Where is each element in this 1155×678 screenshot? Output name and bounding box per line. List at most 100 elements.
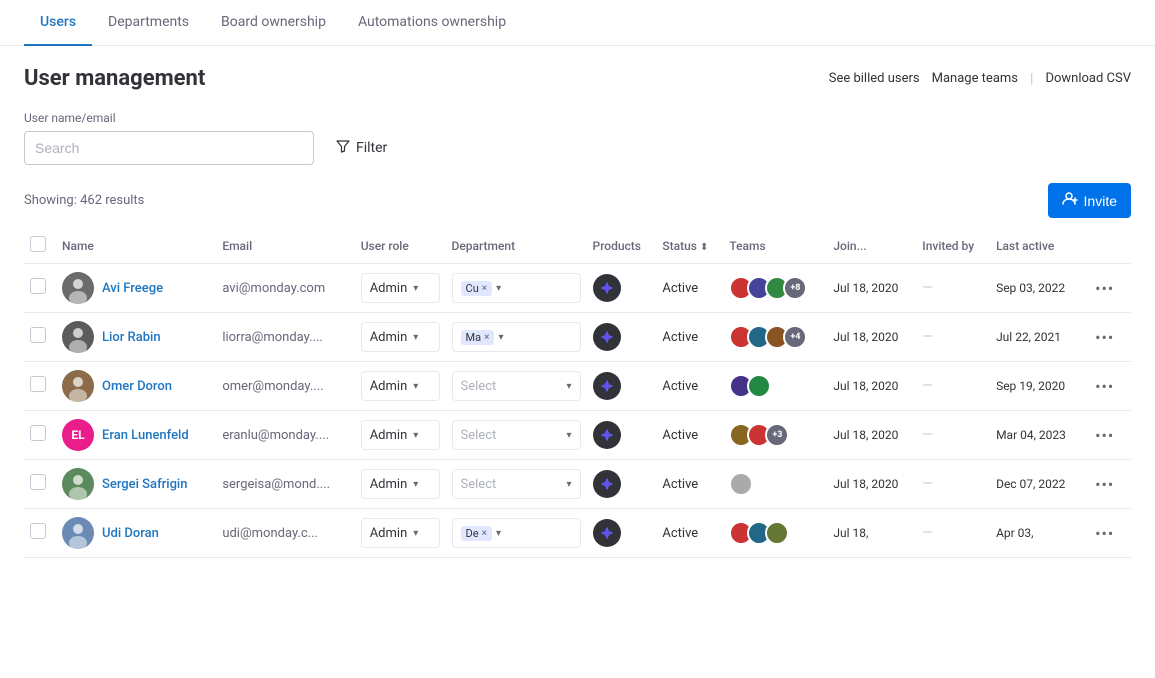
dept-tag-remove[interactable]: × (482, 283, 487, 294)
user-name[interactable]: Omer Doron (102, 379, 172, 394)
dept-select[interactable]: De × ▾ (452, 518, 581, 548)
product-icons (593, 421, 651, 449)
join-date: Jul 18, 2020 (833, 281, 898, 295)
user-name[interactable]: Avi Freege (102, 281, 163, 296)
dept-select[interactable]: Cu × ▾ (452, 273, 581, 303)
results-row: Showing: 462 results Invite (0, 177, 1155, 228)
join-date-cell: Jul 18, 2020 (827, 411, 916, 460)
name-cell: Lior Rabin (56, 313, 216, 362)
team-more-count: +3 (765, 423, 789, 447)
product-icon (593, 274, 621, 302)
join-date-cell: Jul 18, 2020 (827, 460, 916, 509)
role-value: Admin (370, 477, 408, 492)
email-text: omer@monday.... (222, 379, 323, 394)
chevron-icon: ▾ (413, 479, 418, 490)
chevron-icon: ▾ (413, 332, 418, 343)
invited-by-cell: — (916, 509, 990, 558)
row-checkbox[interactable] (30, 278, 46, 294)
avatar (62, 468, 94, 500)
role-select[interactable]: Admin ▾ (361, 518, 440, 548)
dept-select[interactable]: Select ▾ (452, 420, 581, 450)
name-cell: Udi Doran (56, 509, 216, 558)
teams-cell (723, 509, 827, 558)
tab-board-ownership[interactable]: Board ownership (205, 0, 342, 46)
filters-section: User name/email Filter (0, 103, 1155, 177)
row-checkbox[interactable] (30, 425, 46, 441)
avatar (62, 272, 94, 304)
join-date: Jul 18, 2020 (833, 330, 898, 344)
dept-tag-remove[interactable]: × (484, 332, 489, 343)
more-button[interactable]: ••• (1091, 470, 1119, 498)
avatar (62, 321, 94, 353)
row-checkbox[interactable] (30, 327, 46, 343)
user-name[interactable]: Lior Rabin (102, 330, 161, 345)
product-icon (593, 519, 621, 547)
more-button[interactable]: ••• (1091, 519, 1119, 547)
select-all-checkbox[interactable] (30, 236, 46, 252)
role-select[interactable]: Admin ▾ (361, 469, 440, 499)
role-select[interactable]: Admin ▾ (361, 273, 440, 303)
dept-select[interactable]: Select ▾ (452, 469, 581, 499)
users-table-wrap: Name Email User role Department Products… (0, 228, 1155, 558)
row-checkbox[interactable] (30, 474, 46, 490)
role-select[interactable]: Admin ▾ (361, 322, 440, 352)
search-input[interactable] (24, 131, 314, 165)
status-text: Active (662, 428, 698, 443)
last-active-date: Sep 03, 2022 (996, 281, 1065, 295)
tab-users[interactable]: Users (24, 0, 92, 46)
team-avatar (747, 374, 771, 398)
invite-button[interactable]: Invite (1048, 183, 1131, 218)
invited-by-text: — (922, 280, 933, 296)
dept-chevron-icon: ▾ (496, 528, 501, 539)
status-cell: Active (656, 264, 723, 313)
user-name[interactable]: Udi Doran (102, 526, 159, 541)
join-date-cell: Jul 18, 2020 (827, 264, 916, 313)
name-cell: EL Eran Lunenfeld (56, 411, 216, 460)
last-active-cell: Dec 07, 2022 (990, 460, 1085, 509)
tab-departments[interactable]: Departments (92, 0, 205, 46)
avatar: EL (62, 419, 94, 451)
role-select[interactable]: Admin ▾ (361, 420, 440, 450)
see-billed-users-link[interactable]: See billed users (829, 71, 920, 86)
teams-cell: +8 (723, 264, 827, 313)
name-cell: Avi Freege (56, 264, 216, 313)
manage-teams-link[interactable]: Manage teams (932, 71, 1018, 86)
tab-automations-ownership[interactable]: Automations ownership (342, 0, 522, 46)
email-cell: udi@monday.c... (216, 509, 354, 558)
dept-select[interactable]: Ma × ▾ (452, 322, 581, 352)
results-count: Showing: 462 results (24, 193, 144, 208)
invited-by-cell: — (916, 362, 990, 411)
role-select[interactable]: Admin ▾ (361, 371, 440, 401)
user-name[interactable]: Eran Lunenfeld (102, 428, 189, 443)
more-button[interactable]: ••• (1091, 274, 1119, 302)
more-button[interactable]: ••• (1091, 323, 1119, 351)
dept-cell: De × ▾ (446, 509, 587, 558)
row-checkbox[interactable] (30, 376, 46, 392)
row-checkbox-cell (24, 460, 56, 509)
more-button[interactable]: ••• (1091, 372, 1119, 400)
status-cell: Active (656, 460, 723, 509)
dept-placeholder: Select (461, 428, 497, 443)
invited-by-text: — (922, 329, 933, 345)
dept-tag: Cu × (461, 281, 493, 296)
chevron-icon: ▾ (413, 528, 418, 539)
join-date: Jul 18, 2020 (833, 428, 898, 442)
dept-chevron-icon: ▾ (567, 430, 572, 441)
filter-button[interactable]: Filter (326, 133, 397, 163)
dept-tag-remove[interactable]: × (482, 528, 487, 539)
more-cell: ••• (1085, 313, 1131, 362)
teams-cell: +4 (723, 313, 827, 362)
dept-placeholder: Select (461, 477, 497, 492)
table-row: Avi Freege avi@monday.com Admin ▾ Cu × ▾… (24, 264, 1131, 313)
last-active-cell: Jul 22, 2021 (990, 313, 1085, 362)
download-csv-link[interactable]: Download CSV (1045, 71, 1131, 86)
dept-cell: Cu × ▾ (446, 264, 587, 313)
user-name[interactable]: Sergei Safrigin (102, 477, 187, 492)
last-active-cell: Sep 19, 2020 (990, 362, 1085, 411)
more-button[interactable]: ••• (1091, 421, 1119, 449)
dept-select[interactable]: Select ▾ (452, 371, 581, 401)
role-cell: Admin ▾ (355, 264, 446, 313)
row-checkbox[interactable] (30, 523, 46, 539)
teams-avatars (729, 472, 821, 496)
user-cell: Udi Doran (62, 517, 210, 549)
